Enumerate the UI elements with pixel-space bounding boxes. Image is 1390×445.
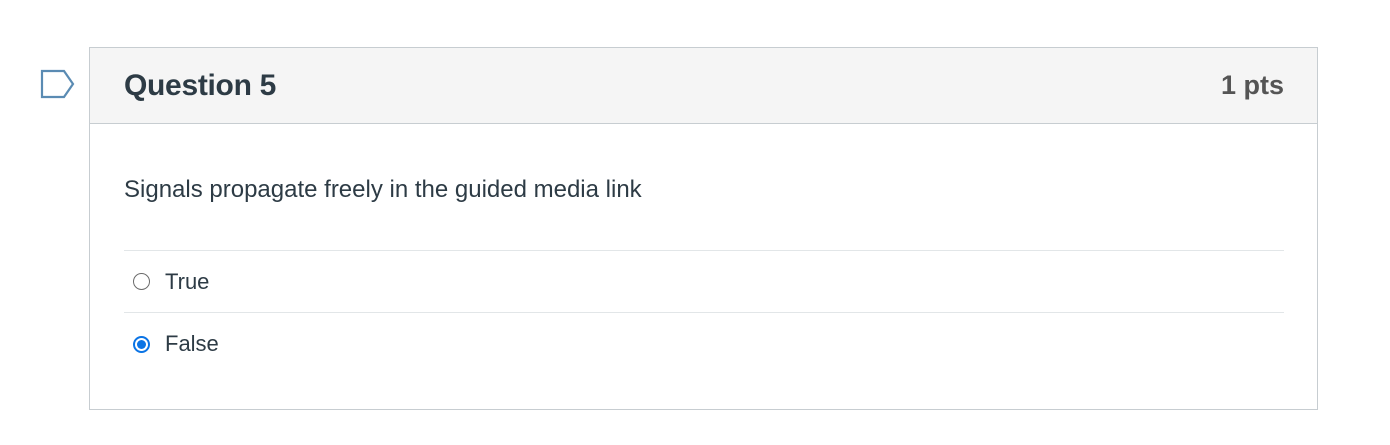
question-title: Question 5 — [124, 68, 277, 102]
answer-list: True False — [124, 250, 1284, 375]
answer-option-true[interactable]: True — [124, 251, 1284, 313]
question-body: Signals propagate freely in the guided m… — [90, 175, 1317, 375]
quiz-page: Question 5 1 pts Signals propagate freel… — [0, 0, 1390, 445]
flag-question-icon[interactable] — [40, 69, 76, 99]
question-header: Question 5 1 pts — [90, 48, 1317, 124]
question-card: Question 5 1 pts Signals propagate freel… — [89, 47, 1318, 410]
question-points: 1 pts — [1220, 70, 1284, 100]
question-text: Signals propagate freely in the guided m… — [124, 176, 642, 203]
radio-button-false[interactable] — [133, 335, 150, 353]
radio-button-true[interactable] — [133, 273, 150, 290]
answer-label: True — [165, 268, 210, 294]
answer-label: False — [165, 331, 219, 356]
answer-option-false[interactable]: False — [124, 313, 1284, 375]
